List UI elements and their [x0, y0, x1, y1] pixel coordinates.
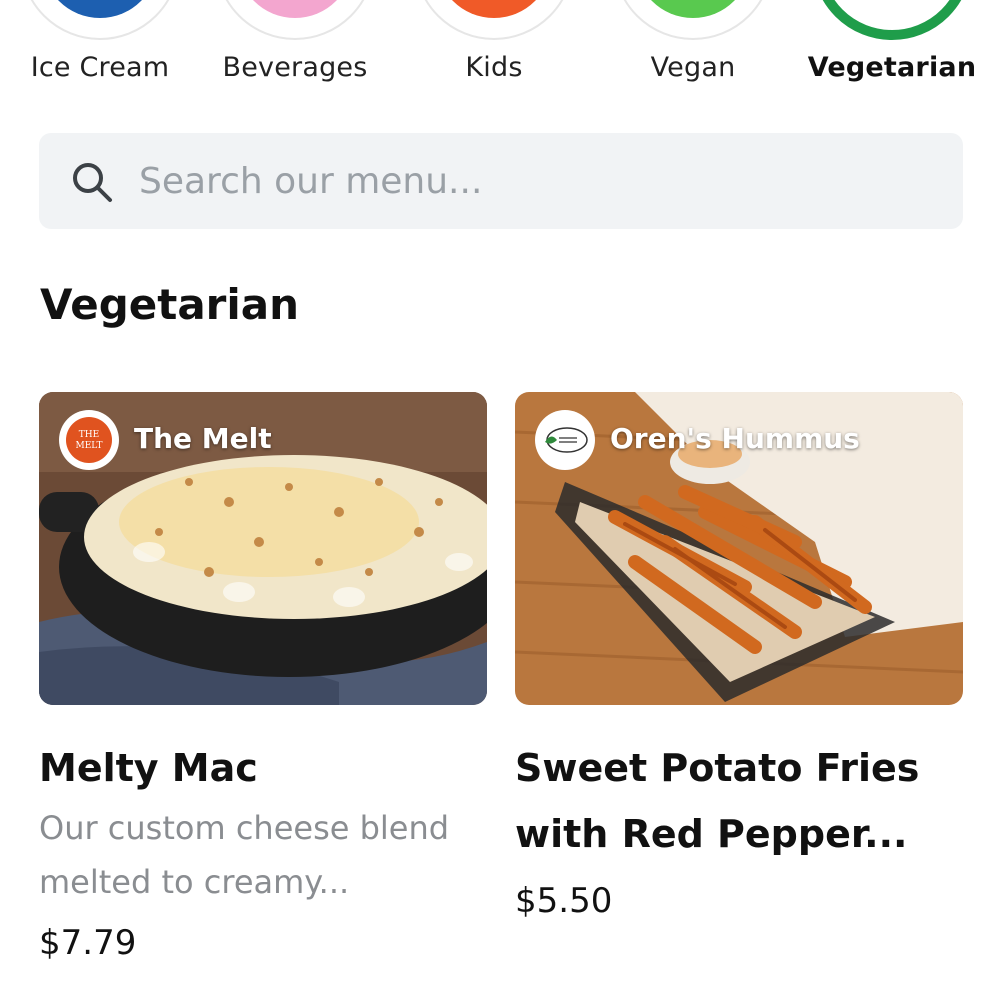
- vegan-icon: [613, 0, 773, 40]
- orens-hummus-logo: [538, 413, 592, 467]
- item-price: $7.79: [39, 923, 137, 963]
- category-strip: Ice Cream Beverages Kids Vegan Vegetaria…: [0, 0, 1000, 110]
- category-label: Beverages: [222, 52, 368, 83]
- category-beverages[interactable]: Beverages: [195, 0, 395, 110]
- item-description: Our custom cheese blend melted to creamy…: [39, 809, 450, 901]
- vendor-logo: [535, 410, 595, 470]
- ice-cream-icon: [20, 0, 180, 40]
- section-title: Vegetarian: [40, 280, 300, 329]
- category-vegetarian[interactable]: Vegetarian: [792, 0, 992, 110]
- item-photo: Oren's Hummus: [515, 392, 963, 705]
- category-label: Kids: [465, 52, 523, 83]
- item-photo: THE MELT The Melt: [39, 392, 487, 705]
- vegetarian-icon: [812, 0, 972, 40]
- kids-icon: [414, 0, 574, 40]
- vendor-name: The Melt: [134, 422, 272, 455]
- item-name: Sweet Potato Fries with Red Pepper...: [515, 746, 920, 856]
- search-bar[interactable]: [39, 133, 963, 229]
- category-label: Ice Cream: [30, 52, 170, 83]
- item-price: $5.50: [515, 881, 613, 921]
- category-label: Vegan: [650, 52, 736, 83]
- menu-item-card[interactable]: THE MELT The Melt Melty Mac Our custom c…: [39, 392, 487, 963]
- category-kids[interactable]: Kids: [394, 0, 594, 110]
- menu-item-card[interactable]: Oren's Hummus Sweet Potato Fries with Re…: [515, 392, 963, 921]
- vendor-name: Oren's Hummus: [610, 422, 860, 455]
- beverages-icon: [215, 0, 375, 40]
- svg-text:THE: THE: [79, 430, 99, 440]
- category-vegan[interactable]: Vegan: [593, 0, 793, 110]
- search-input[interactable]: [139, 133, 939, 229]
- vendor-logo: THE MELT: [59, 410, 119, 470]
- item-name: Melty Mac: [39, 746, 258, 790]
- the-melt-logo: THE MELT: [62, 413, 116, 467]
- category-label: Vegetarian: [807, 52, 977, 83]
- category-ice-cream[interactable]: Ice Cream: [0, 0, 200, 110]
- search-icon: [73, 163, 112, 202]
- svg-text:MELT: MELT: [75, 441, 102, 451]
